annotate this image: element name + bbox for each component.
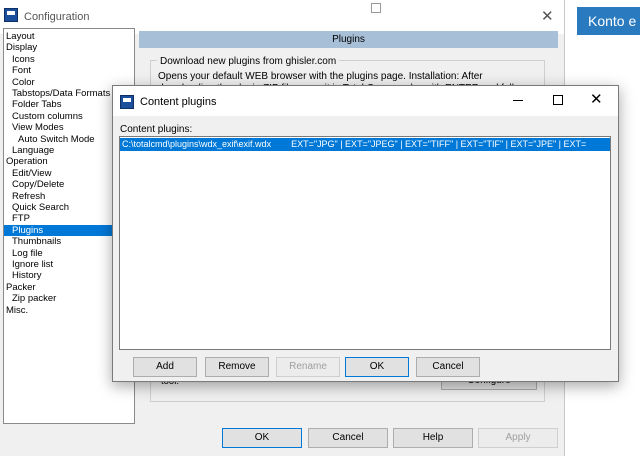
- download-group-title: Download new plugins from ghisler.com: [157, 56, 340, 67]
- dialog-title: Content plugins: [140, 96, 217, 108]
- config-title: Configuration: [24, 11, 90, 23]
- ok-button[interactable]: OK: [222, 428, 302, 448]
- tree-item[interactable]: Ignore list: [4, 259, 53, 270]
- tree-item[interactable]: FTP: [4, 213, 30, 224]
- close-icon[interactable]: ✕: [541, 9, 554, 24]
- tree-item[interactable]: Packer: [4, 282, 36, 293]
- tree-item[interactable]: Color: [4, 77, 35, 88]
- tree-item[interactable]: Refresh: [4, 191, 45, 202]
- add-button[interactable]: Add: [133, 357, 197, 377]
- maximize-icon[interactable]: [553, 95, 563, 105]
- total-commander-icon: [4, 8, 18, 22]
- tree-item[interactable]: Copy/Delete: [4, 179, 64, 190]
- tree-item[interactable]: Log file: [4, 248, 43, 259]
- cancel-button[interactable]: Cancel: [308, 428, 388, 448]
- tree-item[interactable]: Layout: [4, 31, 35, 42]
- remove-button[interactable]: Remove: [205, 357, 269, 377]
- tree-item[interactable]: Edit/View: [4, 168, 51, 179]
- content-plugins-dialog: Content plugins ✕ Content plugins: C:\to…: [112, 85, 619, 382]
- dialog-cancel-button[interactable]: Cancel: [416, 357, 480, 377]
- dialog-ok-button[interactable]: OK: [345, 357, 409, 377]
- help-button[interactable]: Help: [393, 428, 473, 448]
- section-header: Plugins: [139, 31, 558, 48]
- tree-item[interactable]: Icons: [4, 54, 35, 65]
- tree-item[interactable]: View Modes: [4, 122, 64, 133]
- tree-item[interactable]: Language: [4, 145, 54, 156]
- tree-item[interactable]: Plugins: [4, 224, 120, 236]
- minimize-icon[interactable]: [513, 100, 523, 101]
- tree-item[interactable]: Folder Tabs: [4, 99, 61, 110]
- close-icon[interactable]: ✕: [590, 92, 603, 107]
- maximize-icon[interactable]: [371, 3, 381, 13]
- tree-item[interactable]: Zip packer: [4, 293, 56, 304]
- account-button[interactable]: Konto e: [577, 7, 640, 35]
- content-plugins-label: Content plugins:: [120, 124, 193, 135]
- tree-item[interactable]: Auto Switch Mode: [4, 134, 95, 145]
- tree-item[interactable]: Display: [4, 42, 37, 53]
- apply-button[interactable]: Apply: [478, 428, 558, 448]
- list-item[interactable]: C:\totalcmd\plugins\wdx_exif\exif.wdx EX…: [120, 138, 610, 151]
- dialog-titlebar: Content plugins ✕: [113, 86, 618, 116]
- tree-item[interactable]: History: [4, 270, 42, 281]
- tree-item[interactable]: Thumbnails: [4, 236, 61, 247]
- tree-item[interactable]: Operation: [4, 156, 48, 167]
- tree-item[interactable]: Tabstops/Data Formats: [4, 88, 110, 99]
- tree-item[interactable]: Misc.: [4, 305, 28, 316]
- tree-item[interactable]: Custom columns: [4, 111, 83, 122]
- tree-item[interactable]: Quick Search: [4, 202, 69, 213]
- rename-button[interactable]: Rename: [276, 357, 340, 377]
- tree-item[interactable]: Font: [4, 65, 31, 76]
- total-commander-icon: [120, 95, 134, 109]
- content-plugins-list[interactable]: C:\totalcmd\plugins\wdx_exif\exif.wdx EX…: [119, 136, 611, 350]
